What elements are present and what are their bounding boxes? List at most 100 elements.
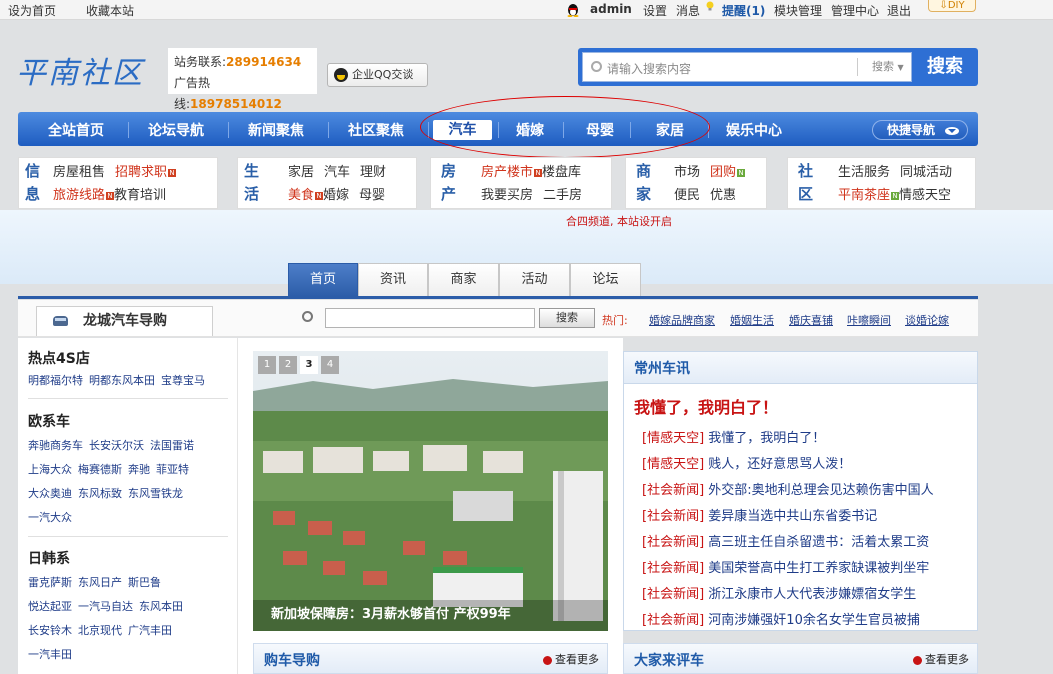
logout-link[interactable]: 退出 <box>887 2 911 19</box>
category-link[interactable]: 房产楼市 <box>481 165 533 180</box>
hot-link[interactable]: 婚嫁品牌商家 <box>649 312 715 328</box>
news-category[interactable]: [社会新闻] <box>642 561 704 576</box>
news-item[interactable]: [社会新闻] 河南涉嫌强奸10余名女学生官员被捕 <box>642 609 920 628</box>
bookmark-link[interactable]: 收藏本站 <box>86 2 134 19</box>
nav-community[interactable]: 社区聚焦 <box>348 120 404 140</box>
brand-link[interactable]: 一汽大众 <box>28 511 72 524</box>
hot-link[interactable]: 婚庆喜铺 <box>789 312 833 328</box>
brand-link[interactable]: 东风日产 <box>78 576 122 589</box>
category-link[interactable]: 同城活动 <box>900 165 952 180</box>
reminder-link[interactable]: 提醒(1) <box>722 2 765 19</box>
brand-link[interactable]: 一汽马自达 <box>78 600 133 613</box>
messages-link[interactable]: 消息 <box>676 2 700 19</box>
news-title-link[interactable]: 浙江永康市人大代表涉嫌嫖宿女学生 <box>708 587 916 602</box>
tab-forum[interactable]: 论坛 <box>570 263 641 297</box>
brand-link[interactable]: 宝尊宝马 <box>161 374 205 387</box>
slideshow-caption[interactable]: 新加坡保障房：3月薪水够首付 产权99年 <box>253 600 608 631</box>
brand-link[interactable]: 法国雷诺 <box>150 439 194 452</box>
category-link[interactable]: 优惠 <box>710 188 736 203</box>
brand-link[interactable]: 奔驰商务车 <box>28 439 83 452</box>
category-link[interactable]: 团购 <box>710 165 736 180</box>
category-link[interactable]: 母婴 <box>359 188 385 203</box>
brand-link[interactable]: 上海大众 <box>28 463 72 476</box>
set-home-link[interactable]: 设为首页 <box>8 2 56 19</box>
news-category[interactable]: [社会新闻] <box>642 535 704 550</box>
category-link[interactable]: 我要买房 <box>481 188 533 203</box>
brand-link[interactable]: 东风本田 <box>139 600 183 613</box>
quick-nav-button[interactable]: 快捷导航 <box>872 120 968 140</box>
hot-link[interactable]: 谈婚论嫁 <box>905 312 949 328</box>
category-link[interactable]: 家居 <box>288 165 314 180</box>
brand-link[interactable]: 菲亚特 <box>156 463 189 476</box>
news-title-link[interactable]: 姜异康当选中共山东省委书记 <box>708 509 877 524</box>
brand-link[interactable]: 斯巴鲁 <box>128 576 161 589</box>
brand-link[interactable]: 大众奥迪 <box>28 487 72 500</box>
slideshow-photo[interactable] <box>253 351 608 631</box>
category-link[interactable]: 理财 <box>360 165 386 180</box>
sub-search-input[interactable] <box>325 308 535 328</box>
category-link[interactable]: 招聘求职 <box>115 165 167 180</box>
news-item[interactable]: [社会新闻] 外交部:奥地利总理会见达赖伤害中国人 <box>642 479 934 498</box>
category-link[interactable]: 教育培训 <box>114 188 166 203</box>
search-type-select[interactable]: 搜索 ▼ <box>857 58 909 76</box>
diy-button[interactable]: ⇩DIY <box>928 0 976 12</box>
brand-link[interactable]: 东风雪铁龙 <box>128 487 183 500</box>
site-logo[interactable]: 平南社区 <box>16 48 144 92</box>
news-category[interactable]: [社会新闻] <box>642 587 704 602</box>
brand-link[interactable]: 长安沃尔沃 <box>89 439 144 452</box>
news-title-link[interactable]: 美国荣誉高中生打工养家缺课被判坐牢 <box>708 561 929 576</box>
tab-news[interactable]: 资讯 <box>358 263 428 297</box>
news-title-link[interactable]: 我懂了，我明白了！ <box>708 431 825 446</box>
brand-link[interactable]: 明都福尔特 <box>28 374 83 387</box>
category-link[interactable]: 生活服务 <box>838 165 890 180</box>
settings-link[interactable]: 设置 <box>643 2 667 19</box>
news-category[interactable]: [社会新闻] <box>642 509 704 524</box>
username-link[interactable]: admin <box>590 2 632 16</box>
nav-forum[interactable]: 论坛导航 <box>148 120 204 140</box>
nav-entertainment[interactable]: 娱乐中心 <box>726 120 782 140</box>
category-link[interactable]: 美食 <box>288 188 314 203</box>
news-category[interactable]: [情感天空] <box>642 431 704 446</box>
reviews-more-link[interactable]: 查看更多 <box>913 651 969 667</box>
sub-search-button[interactable]: 搜索 <box>539 308 595 328</box>
category-link[interactable]: 旅游线路 <box>53 188 105 203</box>
slide-page-2[interactable]: 2 <box>279 356 297 374</box>
brand-link[interactable]: 奔驰 <box>128 463 150 476</box>
brand-link[interactable]: 雷克萨斯 <box>28 576 72 589</box>
news-item[interactable]: [社会新闻] 高三班主任自杀留遗书：活着太累工资 <box>642 531 929 550</box>
nav-news[interactable]: 新闻聚焦 <box>248 120 304 140</box>
category-link[interactable]: 情感天空 <box>899 188 951 203</box>
category-link[interactable]: 房屋租售 <box>53 165 105 180</box>
hot-link[interactable]: 咔嚓瞬间 <box>847 312 891 328</box>
news-item[interactable]: [社会新闻] 美国荣誉高中生打工养家缺课被判坐牢 <box>642 557 929 576</box>
news-category[interactable]: [社会新闻] <box>642 483 704 498</box>
news-item[interactable]: [情感天空] 我懂了，我明白了！ <box>642 427 825 446</box>
brand-link[interactable]: 北京现代 <box>78 624 122 637</box>
tab-home[interactable]: 首页 <box>288 263 358 297</box>
brand-link[interactable]: 梅赛德斯 <box>78 463 122 476</box>
news-title-link[interactable]: 外交部:奥地利总理会见达赖伤害中国人 <box>708 483 933 498</box>
admin-center-link[interactable]: 管理中心 <box>831 2 879 19</box>
buy-guide-more-link[interactable]: 查看更多 <box>543 651 599 667</box>
category-link[interactable]: 便民 <box>674 188 700 203</box>
category-link[interactable]: 市场 <box>674 165 700 180</box>
category-link[interactable]: 婚嫁 <box>323 188 349 203</box>
category-link[interactable]: 平南茶座 <box>838 188 890 203</box>
news-headline[interactable]: 我懂了，我明白了！ <box>634 394 778 418</box>
section-brand[interactable]: 龙城汽车导购 <box>36 306 213 336</box>
news-category[interactable]: [情感天空] <box>642 457 704 472</box>
news-category[interactable]: [社会新闻] <box>642 613 704 628</box>
brand-link[interactable]: 一汽丰田 <box>28 648 72 661</box>
nav-home[interactable]: 全站首页 <box>48 120 104 140</box>
category-link[interactable]: 汽车 <box>324 165 350 180</box>
brand-link[interactable]: 东风标致 <box>78 487 122 500</box>
hot-link[interactable]: 婚姻生活 <box>730 312 774 328</box>
brand-link[interactable]: 长安铃木 <box>28 624 72 637</box>
tab-merchant[interactable]: 商家 <box>428 263 499 297</box>
news-title-link[interactable]: 贱人，还好意思骂人泼！ <box>708 457 851 472</box>
news-title-link[interactable]: 高三班主任自杀留遗书：活着太累工资 <box>708 535 929 550</box>
brand-link[interactable]: 广汽丰田 <box>128 624 172 637</box>
category-link[interactable]: 二手房 <box>543 188 582 203</box>
news-title-link[interactable]: 河南涉嫌强奸10余名女学生官员被捕 <box>708 613 920 628</box>
slide-page-3[interactable]: 3 <box>300 356 318 374</box>
